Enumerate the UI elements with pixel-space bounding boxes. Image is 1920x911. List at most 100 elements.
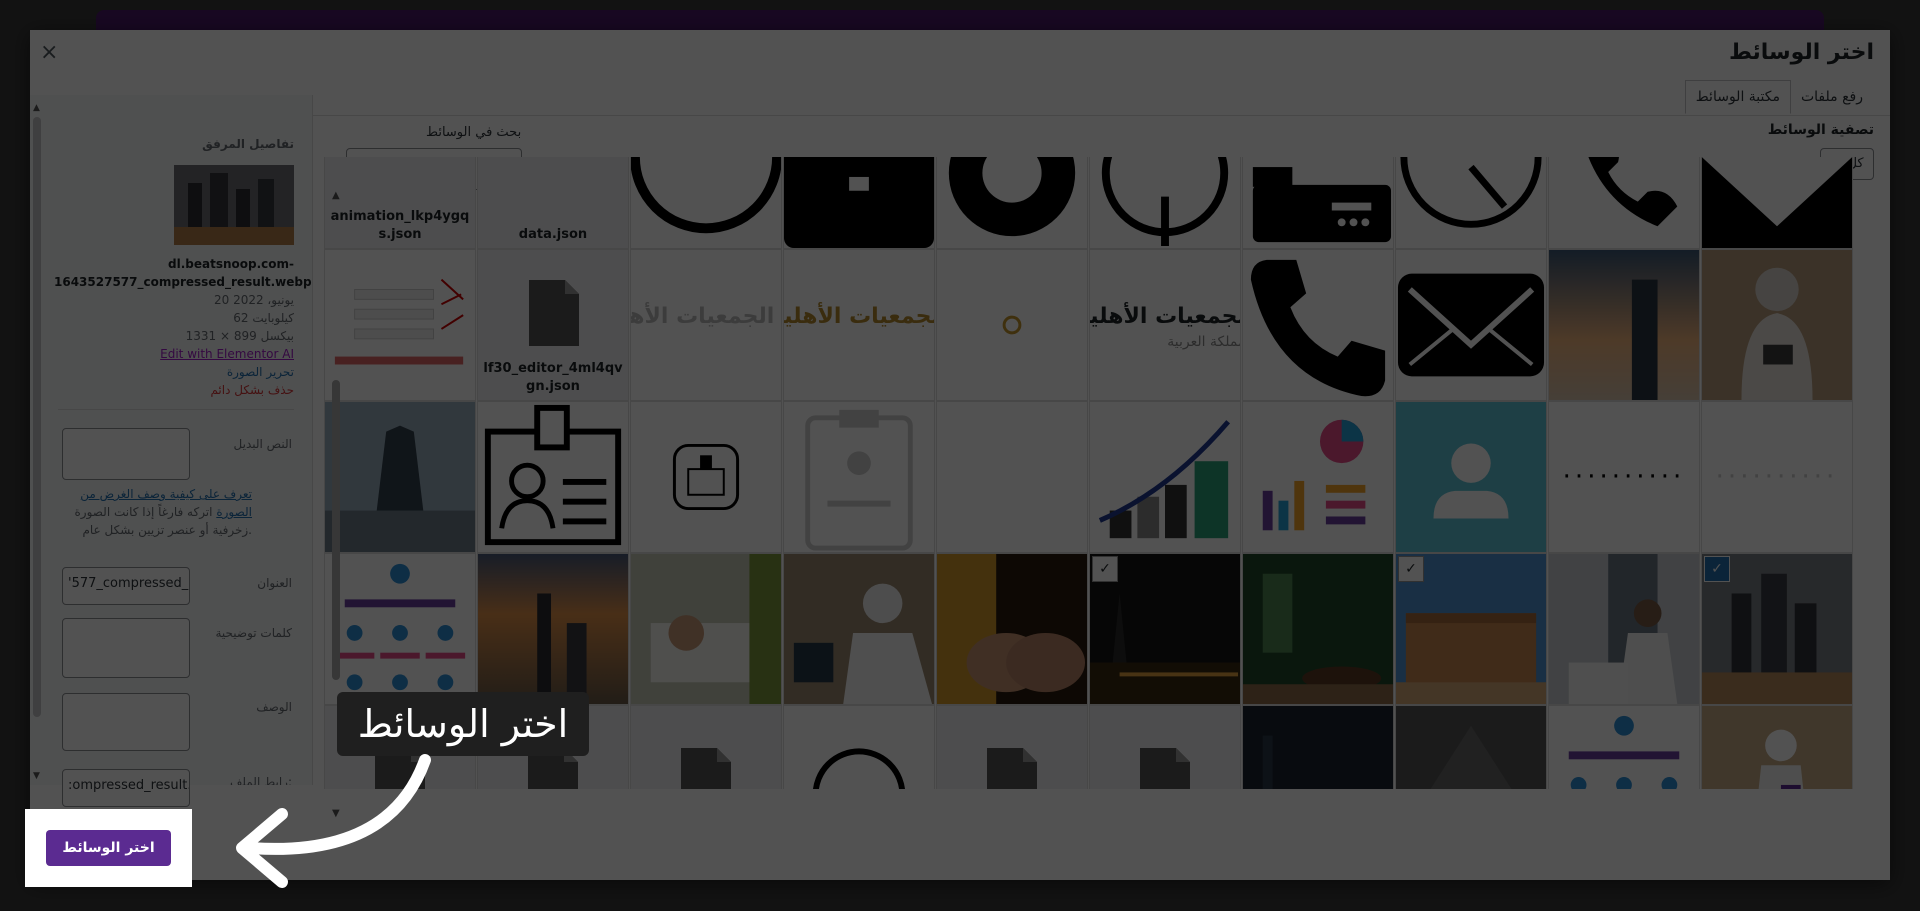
grid-scroll-up-icon[interactable]: ▲ xyxy=(332,190,340,201)
attachment-university-building-selected[interactable]: ✓ xyxy=(1395,553,1547,705)
attachment-envelope-icon[interactable] xyxy=(1701,157,1853,249)
attachment-bar-chart-graphic[interactable] xyxy=(1089,401,1241,553)
attachment-night-road[interactable] xyxy=(1242,705,1394,789)
file-url-field[interactable]: :ompressed_result.webp xyxy=(62,769,190,807)
attachment-saudi-man-phone[interactable] xyxy=(1701,249,1853,401)
attachment-badge-icon-small[interactable] xyxy=(630,401,782,553)
ring-icon xyxy=(631,157,781,234)
attachment-org-chart[interactable] xyxy=(324,553,476,705)
attachment-dots-light[interactable]: ·········· xyxy=(1701,401,1853,553)
select-media-button[interactable]: اختر الوسائط xyxy=(46,830,171,866)
attachment-prayer-hands[interactable] xyxy=(936,553,1088,705)
sidebar-scroll-up-icon[interactable]: ▲ xyxy=(33,103,40,113)
file-icon xyxy=(1140,748,1190,789)
attachment-avatar-placeholder[interactable] xyxy=(1395,401,1547,553)
attachment-phone-icon-2[interactable] xyxy=(1242,249,1394,401)
title-field[interactable]: '577_compressed_result xyxy=(62,567,190,605)
clipboard-icon xyxy=(805,409,913,551)
file-name: data.json xyxy=(518,227,588,242)
description-label: الوصف xyxy=(256,700,292,714)
attachment-file-doc-2[interactable] xyxy=(936,705,1088,789)
org-chart-image xyxy=(1568,715,1680,789)
attachment-briefcase-icon[interactable] xyxy=(783,157,935,249)
attachment-saudi-men-desert[interactable] xyxy=(1701,705,1853,789)
attachment-org-chart-2[interactable] xyxy=(1548,705,1700,789)
checkmark-icon[interactable]: ✓ xyxy=(1704,556,1730,582)
file-icon xyxy=(529,280,579,346)
attachment-details-title: تفاصيل المرفق xyxy=(202,137,294,151)
attachment-envelope-icon-2[interactable] xyxy=(1395,249,1547,401)
tutorial-arrow-icon xyxy=(236,754,431,888)
attachment-ring-icon[interactable] xyxy=(630,157,782,249)
delete-permanently-link[interactable]: حذف بشكل دائم xyxy=(210,383,294,397)
location-pin-icon xyxy=(948,157,1076,237)
banner-text: الب الجمعيات الأهلية xyxy=(1090,304,1240,329)
attachment-details-sidebar: ▲ ▼ تفاصيل المرفق dl.beatsnoop.com-16435… xyxy=(30,95,313,785)
attachment-ring-icon-2[interactable] xyxy=(783,705,935,789)
attachment-lf30-json[interactable]: lf30_editor_4ml4qvgn.json xyxy=(477,249,629,401)
file-name: lf30_editor_4ml4qvgn.json xyxy=(483,361,623,394)
modal-title: اختر الوسائط xyxy=(1728,40,1874,65)
infographic-image xyxy=(1262,419,1366,531)
prayer-hands-image xyxy=(937,554,1087,704)
description-field[interactable] xyxy=(62,693,190,751)
attachment-dots[interactable]: ·········· xyxy=(1548,401,1700,553)
elderly-man-image xyxy=(784,554,934,704)
attachment-dimensions: 1331 × 899 بيكسل xyxy=(185,329,294,343)
checkmark-icon[interactable]: ✓ xyxy=(1398,556,1424,582)
form-screenshot-image xyxy=(334,278,464,365)
attachment-city-fog[interactable] xyxy=(1548,249,1700,401)
triangle-graphic xyxy=(1430,725,1512,789)
attachment-form-screenshot[interactable] xyxy=(324,249,476,401)
grid-scrollbar[interactable] xyxy=(332,380,340,680)
attachment-business-meeting[interactable] xyxy=(1548,553,1700,705)
attachment-id-badge[interactable] xyxy=(477,401,629,553)
attachment-riyadh-tower[interactable] xyxy=(324,401,476,553)
sidebar-scroll-down-icon[interactable]: ▼ xyxy=(33,771,40,781)
attachment-dark-triangle[interactable] xyxy=(1395,705,1547,789)
attachment-infographic-pie[interactable] xyxy=(1242,401,1394,553)
attachment-banner-3[interactable]: الب الجمعيات الأهلية xyxy=(630,249,782,401)
phone-icon xyxy=(1588,157,1678,227)
attachment-night-tower-selected[interactable]: ✓ xyxy=(1089,553,1241,705)
edit-with-ai-link[interactable]: Edit with Elementor AI xyxy=(160,347,294,361)
riyadh-tower-image xyxy=(325,402,475,552)
checkmark-icon[interactable]: ✓ xyxy=(1092,556,1118,582)
fax-icon xyxy=(1252,167,1392,243)
attachment-phone-icon[interactable] xyxy=(1548,157,1700,249)
city-fog-image xyxy=(1549,250,1699,400)
attachment-elderly-man-phone[interactable] xyxy=(783,553,935,705)
attachment-banner-2[interactable]: الب الجمعيات الأهلية xyxy=(783,249,935,401)
phone-icon xyxy=(1250,259,1386,397)
alt-text-field[interactable] xyxy=(62,428,190,480)
edit-image-link[interactable]: تحرير الصورة xyxy=(227,365,294,379)
sidebar-scrollbar[interactable] xyxy=(33,117,41,717)
tab-media-library[interactable]: مكتبة الوسائط xyxy=(1684,80,1791,114)
attachment-banner[interactable]: الب الجمعيات الأهلية رياض - المملكة العر… xyxy=(1089,249,1241,401)
attachment-file-doc[interactable] xyxy=(1089,705,1241,789)
sidebar-divider xyxy=(58,409,294,410)
attachment-pin-icon[interactable] xyxy=(936,157,1088,249)
close-icon[interactable]: × xyxy=(40,40,58,65)
attachment-sun-logo[interactable] xyxy=(936,249,1088,401)
tab-upload-files[interactable]: رفع ملفات xyxy=(1790,80,1874,114)
attachment-child-hospital[interactable] xyxy=(630,553,782,705)
desert-men-image xyxy=(1702,706,1852,789)
attachment-data-json[interactable]: data.json xyxy=(477,157,629,249)
attachment-dates-lantern[interactable] xyxy=(1242,553,1394,705)
attachment-file-doc-3[interactable] xyxy=(630,705,782,789)
filter-label: تصفية الوسائط xyxy=(1767,122,1874,138)
attachment-animation-json[interactable]: animation_lkp4ygqs.json xyxy=(324,157,476,249)
attachment-empty[interactable] xyxy=(936,401,1088,553)
clock-icon xyxy=(1400,157,1542,228)
caption-field[interactable] xyxy=(62,618,190,678)
briefcase-icon xyxy=(784,157,934,248)
attachment-clipboard-icon[interactable] xyxy=(783,401,935,553)
attachment-podcast-icon[interactable] xyxy=(1089,157,1241,249)
attachment-clock-icon[interactable] xyxy=(1395,157,1547,249)
attachment-city-sunset[interactable] xyxy=(477,553,629,705)
business-meeting-image xyxy=(1549,554,1699,704)
file-name: animation_lkp4ygqs.json xyxy=(330,209,470,242)
attachment-fax-icon[interactable] xyxy=(1242,157,1394,249)
attachment-city-towers-selected[interactable]: ✓ xyxy=(1701,553,1853,705)
